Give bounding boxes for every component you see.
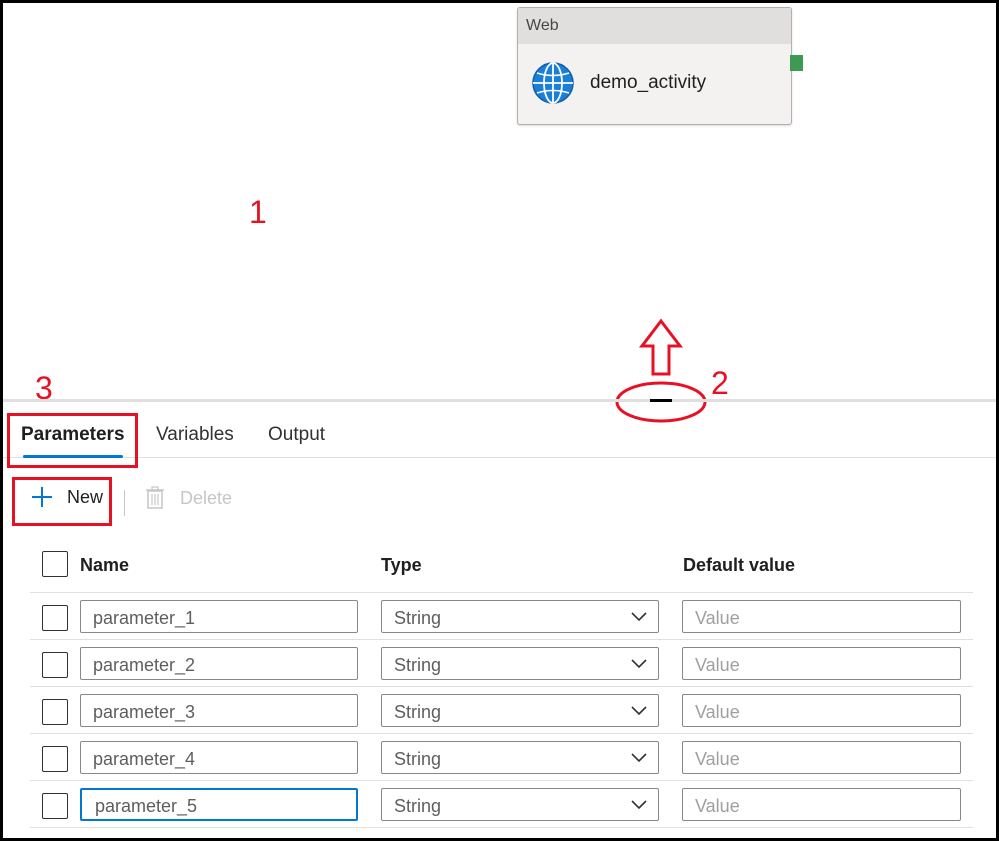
- parameter-name-input[interactable]: parameter_1: [80, 600, 358, 633]
- parameter-type-value: String: [394, 655, 442, 675]
- table-row: parameter_5 String Value: [30, 781, 973, 828]
- table-row: parameter_3 String Value: [30, 687, 973, 734]
- default-value-input[interactable]: Value: [682, 741, 961, 774]
- delete-button-label: Delete: [180, 487, 233, 508]
- parameter-name-input[interactable]: parameter_5: [80, 788, 358, 821]
- activity-name: demo_activity: [590, 72, 707, 93]
- parameter-type-dropdown[interactable]: String: [381, 741, 659, 774]
- parameters-table: Name Type Default value parameter_1 Stri…: [30, 540, 973, 828]
- annotation-box-new-button: [12, 477, 112, 526]
- table-row: parameter_2 String Value: [30, 640, 973, 687]
- chevron-down-icon: [631, 659, 647, 669]
- row-checkbox[interactable]: [42, 793, 68, 819]
- chevron-down-icon: [631, 753, 647, 763]
- parameter-type-value: String: [394, 749, 442, 769]
- default-value-input[interactable]: Value: [682, 647, 961, 680]
- row-checkbox[interactable]: [42, 605, 68, 631]
- tab-variables[interactable]: Variables: [156, 424, 234, 446]
- parameters-toolbar: New Delete: [3, 470, 996, 530]
- parameter-name-input[interactable]: parameter_3: [80, 694, 358, 727]
- column-header-default-value: Default value: [683, 555, 796, 575]
- toolbar-divider: [124, 490, 125, 516]
- trash-icon: [146, 486, 164, 509]
- parameter-type-dropdown[interactable]: String: [381, 694, 659, 727]
- parameter-type-value: String: [394, 608, 442, 628]
- annotation-up-arrow: [638, 318, 684, 376]
- activity-output-port[interactable]: [790, 55, 803, 71]
- globe-icon: [532, 62, 574, 104]
- pipeline-canvas[interactable]: Web demo_activity: [3, 3, 996, 399]
- chevron-down-icon: [631, 800, 647, 810]
- delete-button[interactable]: Delete: [146, 486, 232, 510]
- row-checkbox[interactable]: [42, 652, 68, 678]
- default-value-input[interactable]: Value: [682, 788, 961, 821]
- table-row: parameter_1 String Value: [30, 593, 973, 640]
- tab-output[interactable]: Output: [268, 424, 325, 446]
- row-checkbox[interactable]: [42, 699, 68, 725]
- default-value-input[interactable]: Value: [682, 694, 961, 727]
- annotation-2: 2: [711, 365, 729, 401]
- chevron-down-icon: [631, 706, 647, 716]
- column-header-name: Name: [80, 555, 130, 575]
- row-checkbox[interactable]: [42, 746, 68, 772]
- parameter-type-value: String: [394, 796, 442, 816]
- activity-category: Web: [518, 8, 791, 44]
- annotation-1: 1: [249, 194, 267, 230]
- tab-bar: Parameters Variables Output: [3, 405, 996, 458]
- column-header-type: Type: [381, 555, 422, 575]
- parameter-name-input[interactable]: parameter_2: [80, 647, 358, 680]
- parameter-type-dropdown[interactable]: String: [381, 600, 659, 633]
- annotation-box-parameters-tab: [7, 413, 138, 468]
- panel-splitter[interactable]: [3, 399, 996, 402]
- parameter-type-value: String: [394, 702, 442, 722]
- web-activity-node[interactable]: Web demo_activity: [517, 7, 792, 125]
- table-row: parameter_4 String Value: [30, 734, 973, 781]
- splitter-drag-handle[interactable]: [650, 399, 672, 402]
- parameter-type-dropdown[interactable]: String: [381, 647, 659, 680]
- select-all-checkbox[interactable]: [42, 551, 68, 577]
- parameter-type-dropdown[interactable]: String: [381, 788, 659, 821]
- chevron-down-icon: [631, 612, 647, 622]
- default-value-input[interactable]: Value: [682, 600, 961, 633]
- table-header: Name Type Default value: [30, 540, 973, 593]
- parameter-name-input[interactable]: parameter_4: [80, 741, 358, 774]
